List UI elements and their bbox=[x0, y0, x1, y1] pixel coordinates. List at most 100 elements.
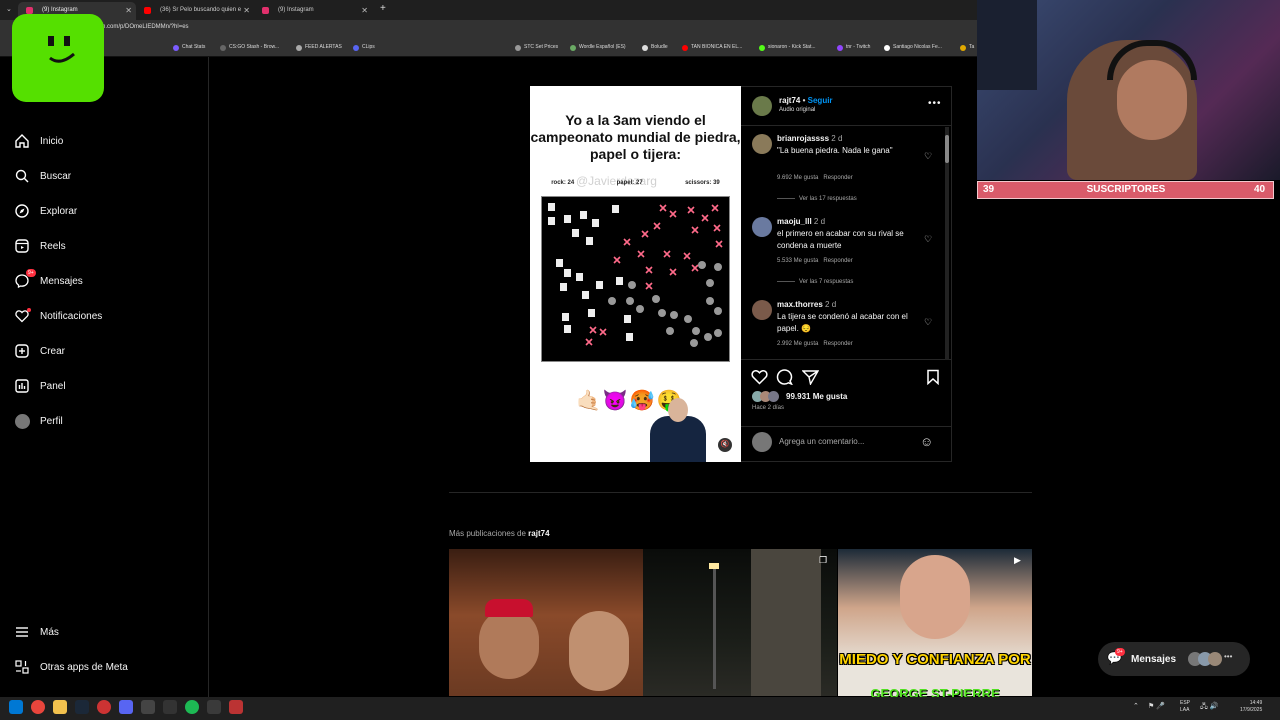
close-tab-icon[interactable]: ✕ bbox=[361, 2, 368, 19]
post-media-video[interactable]: Yo a la 3am viendo el campeonato mundial… bbox=[530, 86, 741, 462]
comment-username[interactable]: maoju_lll bbox=[777, 217, 812, 226]
comment-text: maoju_lll 2 d el primero en acabar con su… bbox=[777, 216, 927, 252]
scrollbar-thumb[interactable] bbox=[945, 135, 949, 163]
sidebar-item-explorar[interactable]: Explorar bbox=[14, 200, 77, 222]
sidebar-item-reels[interactable]: Reels bbox=[14, 235, 66, 257]
commenter-avatar[interactable] bbox=[752, 217, 772, 237]
save-icon[interactable] bbox=[926, 369, 940, 388]
bookmark-item[interactable]: sionaron - Kick Stat... bbox=[759, 44, 816, 51]
close-tab-icon[interactable]: ✕ bbox=[243, 2, 250, 19]
comment-icon[interactable] bbox=[776, 369, 794, 388]
commenter-avatar[interactable] bbox=[752, 300, 772, 320]
sidebar-item-panel[interactable]: Panel bbox=[14, 375, 66, 397]
comment-username[interactable]: brianrojassss bbox=[777, 134, 829, 143]
app-icon[interactable] bbox=[229, 700, 243, 714]
system-clock[interactable]: 14:49 17/9/2025 bbox=[1240, 700, 1262, 714]
spotify-icon[interactable] bbox=[185, 700, 199, 714]
bookmark-item[interactable]: Chat Stats bbox=[173, 44, 205, 51]
bookmark-item[interactable]: FEED ALERTAS bbox=[296, 44, 342, 51]
post-thumbnail[interactable] bbox=[449, 549, 643, 696]
bookmark-item[interactable]: CLips bbox=[353, 44, 375, 51]
bookmark-item[interactable]: tnr - Twitch bbox=[837, 44, 870, 51]
tab-search-icon[interactable]: ⌄ bbox=[6, 5, 12, 13]
bookmark-icon bbox=[296, 45, 302, 51]
commenter-avatar[interactable] bbox=[752, 134, 772, 154]
comment-input[interactable]: Agrega un comentario... bbox=[779, 437, 864, 446]
language-indicator[interactable]: ESP LAA bbox=[1180, 700, 1190, 714]
reply-button[interactable]: Responder bbox=[823, 341, 852, 347]
share-icon[interactable] bbox=[801, 369, 820, 388]
bookmark-icon bbox=[353, 45, 359, 51]
comment-likes[interactable]: 5.533 Me gusta bbox=[777, 258, 818, 264]
sidebar-item-mas[interactable]: Más bbox=[14, 621, 59, 643]
post-thumbnail[interactable]: ▶ MIEDO Y CONFIANZA POR GEORGE ST-PIERRE bbox=[838, 549, 1032, 701]
mute-icon[interactable]: 🔇 bbox=[718, 438, 732, 452]
tab-instagram[interactable]: (9) Instagram ✕ bbox=[254, 2, 372, 20]
more-posts-user[interactable]: rajt74 bbox=[528, 529, 549, 538]
network-volume-icon[interactable]: 🖧 🔊 bbox=[1200, 702, 1218, 713]
tab-youtube[interactable]: (36) Sr Pelo buscando quien e ✕ bbox=[136, 2, 254, 20]
likes-count[interactable]: 99.931 Me gusta bbox=[786, 392, 847, 401]
view-replies-link[interactable]: Ver las 7 respuestas bbox=[777, 279, 853, 285]
emoji-icon[interactable]: ☺ bbox=[920, 434, 933, 449]
more-options-icon[interactable]: ••• bbox=[928, 98, 942, 109]
sidebar-item-notificaciones[interactable]: Notificaciones bbox=[14, 305, 102, 327]
app-icon[interactable] bbox=[97, 700, 111, 714]
bookmark-icon bbox=[642, 45, 648, 51]
like-comment-icon[interactable]: ♡ bbox=[924, 151, 932, 162]
new-tab-button[interactable]: + bbox=[380, 3, 386, 14]
author-username[interactable]: rajt74 bbox=[779, 96, 800, 105]
sidebar-item-crear[interactable]: Crear bbox=[14, 340, 65, 362]
tray-icons[interactable]: ⚑ 🎤 bbox=[1148, 702, 1165, 710]
view-replies-link[interactable]: Ver las 17 respuestas bbox=[777, 196, 857, 202]
instagram-favicon-icon bbox=[26, 7, 33, 14]
post-author[interactable]: rajt74 • Seguir bbox=[779, 96, 833, 105]
bookmark-item[interactable]: CS:GO Stash - Brow... bbox=[220, 44, 279, 51]
close-tab-icon[interactable]: ✕ bbox=[125, 2, 132, 19]
steam-icon[interactable] bbox=[75, 700, 89, 714]
file-explorer-icon[interactable] bbox=[53, 700, 67, 714]
sidebar-item-buscar[interactable]: Buscar bbox=[14, 165, 71, 187]
section-divider bbox=[449, 492, 1032, 493]
comment-likes[interactable]: 9.692 Me gusta bbox=[777, 175, 818, 181]
like-comment-icon[interactable]: ♡ bbox=[924, 234, 932, 245]
like-icon[interactable] bbox=[751, 369, 768, 388]
bookmark-item[interactable]: Ta bbox=[960, 44, 974, 51]
app-icon[interactable] bbox=[141, 700, 155, 714]
app-icon[interactable] bbox=[207, 700, 221, 714]
thumbnail-text: MIEDO Y CONFIANZA POR bbox=[839, 651, 1031, 668]
chrome-icon[interactable] bbox=[31, 700, 45, 714]
comment-body: "La buena piedra. Nada le gana" bbox=[777, 146, 893, 155]
sidebar-item-inicio[interactable]: Inicio bbox=[14, 130, 63, 152]
discord-icon[interactable] bbox=[119, 700, 133, 714]
bookmark-item[interactable]: STC Set Prices bbox=[515, 44, 558, 51]
bookmark-item[interactable]: Wordle Español (ES) bbox=[570, 44, 626, 51]
comment-username[interactable]: max.thorres bbox=[777, 300, 823, 309]
reply-button[interactable]: Responder bbox=[823, 175, 852, 181]
author-avatar[interactable] bbox=[752, 96, 772, 116]
sidebar-item-perfil[interactable]: Perfil bbox=[14, 410, 63, 432]
tray-chevron-icon[interactable]: ⌃ bbox=[1133, 702, 1139, 710]
reply-button[interactable]: Responder bbox=[823, 258, 852, 264]
windows-start-icon[interactable] bbox=[9, 700, 23, 714]
follow-button[interactable]: Seguir bbox=[808, 96, 833, 105]
sidebar-item-otras-apps[interactable]: Otras apps de Meta bbox=[14, 656, 128, 678]
bookmark-item[interactable]: Boludle bbox=[642, 44, 668, 51]
bookmark-item[interactable]: TAN BIONICA EN EL... bbox=[682, 44, 742, 51]
likers-avatars[interactable] bbox=[752, 391, 784, 402]
bookmark-icon bbox=[759, 45, 765, 51]
url-input[interactable]: ...am.com/p/DOmeLIEDMMn/?hl=es bbox=[92, 24, 189, 30]
video-scores: rock: 24 papel: 27 scissors: 39 bbox=[530, 180, 741, 186]
comment-meta: 2.992 Me gusta Responder bbox=[777, 341, 853, 347]
comment-text: max.thorres 2 d La tijera se condenó al a… bbox=[777, 299, 927, 335]
like-comment-icon[interactable]: ♡ bbox=[924, 317, 932, 328]
messages-badge: 9+ bbox=[1115, 648, 1125, 656]
compass-icon bbox=[14, 203, 30, 219]
post-thumbnail[interactable]: ❐ bbox=[643, 549, 837, 696]
app-icon[interactable] bbox=[163, 700, 177, 714]
recent-contacts-avatars: ••• bbox=[1188, 652, 1236, 666]
sidebar-item-mensajes[interactable]: 9+ Mensajes bbox=[14, 269, 83, 292]
bookmark-item[interactable]: Santiago Nicolas Fe... bbox=[884, 44, 942, 51]
audio-original[interactable]: Audio original bbox=[779, 107, 815, 113]
comment-likes[interactable]: 2.992 Me gusta bbox=[777, 341, 818, 347]
